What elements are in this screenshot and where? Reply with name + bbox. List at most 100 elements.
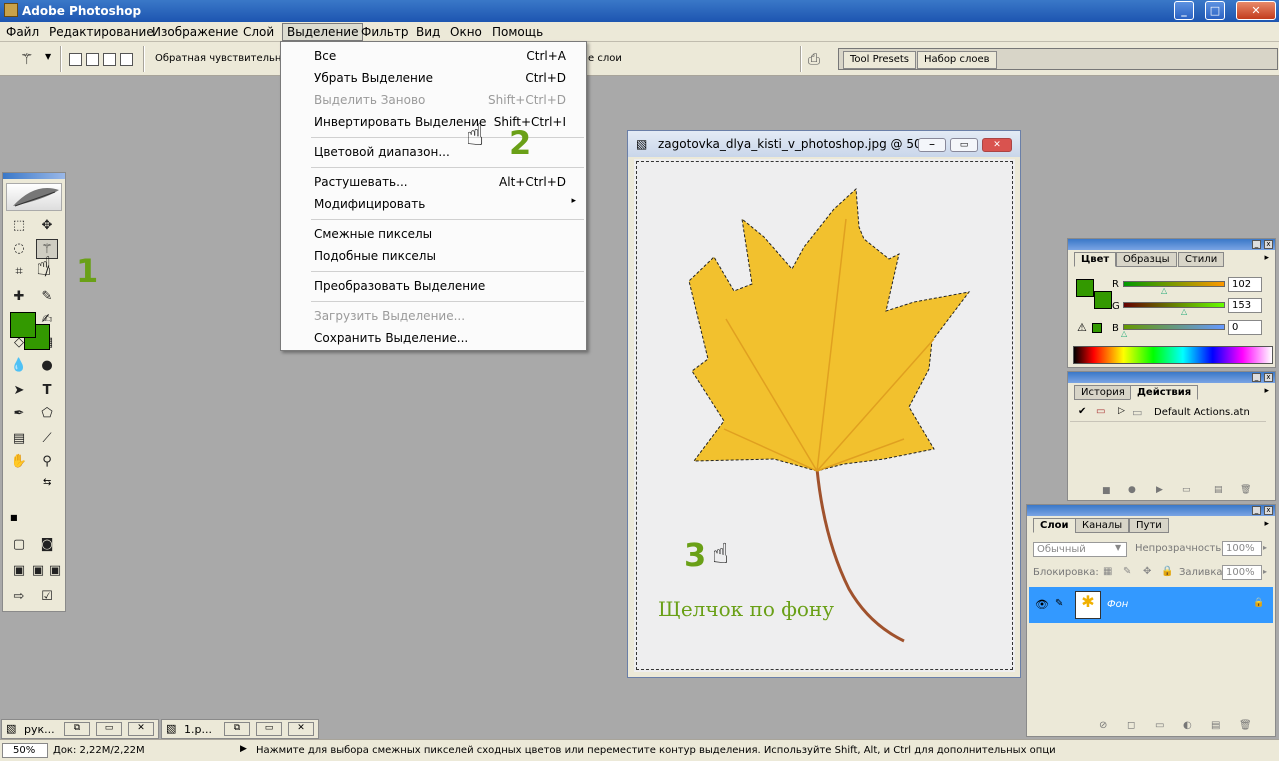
maximize-button[interactable]: ▭ <box>96 722 122 736</box>
tab-tool-presets[interactable]: Tool Presets <box>843 51 916 69</box>
menu-item-all[interactable]: Все <box>314 49 336 67</box>
red-value-input[interactable]: 102 <box>1228 277 1262 292</box>
menu-item-grow[interactable]: Смежные пикселы <box>314 227 432 245</box>
document-title-bar[interactable]: ▧ zagotovka_dlya_kisti_v_photoshop.jpg @… <box>628 131 1020 157</box>
chevron-down-icon[interactable]: ▼ <box>1115 543 1121 552</box>
jump-to-imageready-icon[interactable]: ⇨ <box>8 587 30 607</box>
notes-tool-icon[interactable]: ▤ <box>8 429 30 449</box>
move-tool-icon[interactable]: ✥ <box>36 216 58 236</box>
action-set-row[interactable]: ✔ ▭ ▷ ▭ Default Actions.atn <box>1070 404 1266 422</box>
lock-all-icon[interactable]: 🔒 <box>1161 566 1173 577</box>
green-slider[interactable] <box>1123 302 1225 308</box>
full-screen-icon[interactable]: ▣ <box>44 561 66 581</box>
new-selection-icon[interactable] <box>69 53 82 66</box>
blue-value-input[interactable]: 0 <box>1228 320 1262 335</box>
green-value-input[interactable]: 153 <box>1228 298 1262 313</box>
lock-position-icon[interactable]: ✥ <box>1143 566 1151 577</box>
image-canvas[interactable]: ☝ Щелчок по фону <box>634 159 1015 672</box>
slider-thumb-icon[interactable]: △ <box>1161 286 1167 295</box>
tab-history[interactable]: История <box>1074 385 1132 400</box>
swap-colors-icon[interactable]: ⇆ <box>43 477 51 488</box>
menu-item-modify[interactable]: Модифицировать <box>314 197 425 215</box>
menu-item-save-selection[interactable]: Сохранить Выделение... <box>314 331 468 349</box>
add-selection-icon[interactable] <box>86 53 99 66</box>
trash-icon[interactable]: 🗑 <box>1240 485 1251 495</box>
chevron-down-icon[interactable]: ▼ <box>45 52 51 61</box>
panel-header[interactable] <box>1068 239 1275 250</box>
new-action-icon[interactable]: ▤ <box>1214 485 1223 495</box>
layer-mask-icon[interactable]: ◻ <box>1127 720 1135 731</box>
tab-color[interactable]: Цвет <box>1074 252 1117 267</box>
trash-icon[interactable]: 🗑 <box>1239 720 1252 731</box>
panel-header[interactable] <box>1068 372 1275 383</box>
tab-layers[interactable]: Слои <box>1033 518 1076 533</box>
default-colors-icon[interactable]: ■ <box>10 513 18 522</box>
fill-input[interactable]: 100% <box>1222 565 1262 580</box>
maximize-button[interactable]: □ <box>1205 1 1225 20</box>
opacity-arrow-icon[interactable]: ▸ <box>1263 543 1267 552</box>
minimized-window-1[interactable]: ▧ рук... ⧉ ▭ ✕ <box>1 719 159 739</box>
close-button[interactable]: ✕ <box>288 722 314 736</box>
fill-arrow-icon[interactable]: ▸ <box>1263 567 1267 576</box>
blue-slider[interactable] <box>1123 324 1225 330</box>
menu-item-feather[interactable]: Растушевать... <box>314 175 408 193</box>
path-selection-icon[interactable]: ➤ <box>8 381 30 401</box>
standard-mode-icon[interactable]: ▢ <box>8 535 30 555</box>
blend-mode-select[interactable]: Обычный <box>1033 542 1127 557</box>
play-icon[interactable]: ▶ <box>1156 485 1163 495</box>
menu-layer[interactable]: Слой <box>243 25 274 39</box>
panel-header[interactable] <box>1027 505 1275 516</box>
panel-menu-icon[interactable]: ▸ <box>1264 386 1269 396</box>
slider-thumb-icon[interactable]: △ <box>1121 329 1127 338</box>
menu-item-similar[interactable]: Подобные пикселы <box>314 249 436 267</box>
tab-swatches[interactable]: Образцы <box>1116 252 1177 267</box>
toggle-check-icon[interactable]: ✔ <box>1078 406 1086 417</box>
color-ramp[interactable] <box>1073 346 1273 364</box>
minimized-window-2[interactable]: ▧ 1.р... ⧉ ▭ ✕ <box>161 719 319 739</box>
close-button[interactable]: ✕ <box>1236 1 1276 20</box>
lock-transparency-icon[interactable]: ▦ <box>1103 566 1112 577</box>
zoom-tool-icon[interactable]: ⚲ <box>36 452 58 472</box>
marquee-tool-icon[interactable]: ⬚ <box>8 216 30 236</box>
lock-pixels-icon[interactable]: ✎ <box>1123 566 1131 577</box>
restore-button[interactable]: ⧉ <box>64 722 90 736</box>
menu-view[interactable]: Вид <box>416 25 440 39</box>
menu-select[interactable]: Выделение <box>282 23 364 41</box>
color-fg-swatch[interactable] <box>1076 279 1094 297</box>
panel-minimize-icon[interactable]: _ <box>1252 240 1261 249</box>
visibility-eye-icon[interactable]: 👁 <box>1035 598 1049 611</box>
menu-filter[interactable]: Фильтр <box>361 25 408 39</box>
crop-tool-icon[interactable]: ⌗ <box>8 262 30 282</box>
menu-image[interactable]: Изображение <box>152 25 238 39</box>
panel-close-icon[interactable]: x <box>1264 240 1273 249</box>
menu-item-reselect[interactable]: Выделить Заново <box>314 93 425 111</box>
tab-paths[interactable]: Пути <box>1129 518 1169 533</box>
tab-actions[interactable]: Действия <box>1130 385 1199 400</box>
new-layer-icon[interactable]: ▤ <box>1211 720 1220 731</box>
slider-thumb-icon[interactable]: △ <box>1181 307 1187 316</box>
brush-link-icon[interactable]: ✎ <box>1055 598 1063 609</box>
doc-close-button[interactable]: ✕ <box>982 138 1012 152</box>
panel-minimize-icon[interactable]: _ <box>1252 373 1261 382</box>
eyedropper-tool-icon[interactable]: ⟋ <box>36 429 58 449</box>
close-button[interactable]: ✕ <box>128 722 154 736</box>
healing-brush-icon[interactable]: ✚ <box>8 287 30 307</box>
panel-menu-icon[interactable]: ▸ <box>1264 253 1269 263</box>
menu-item-color-range[interactable]: Цветовой диапазон... <box>314 145 450 163</box>
menu-item-load-selection[interactable]: Загрузить Выделение... <box>314 309 465 327</box>
restore-button[interactable]: ⧉ <box>224 722 250 736</box>
intersect-selection-icon[interactable] <box>120 53 133 66</box>
quick-mask-icon[interactable]: ◙ <box>36 535 58 555</box>
menu-window[interactable]: Окно <box>450 25 482 39</box>
menu-item-deselect[interactable]: Убрать Выделение <box>314 71 433 89</box>
record-icon[interactable]: ● <box>1128 485 1136 495</box>
shape-tool-icon[interactable]: ⬠ <box>36 404 58 424</box>
new-group-icon[interactable]: ▭ <box>1155 720 1164 731</box>
status-arrow-icon[interactable]: ▶ <box>240 744 247 754</box>
menu-item-transform-selection[interactable]: Преобразовать Выделение <box>314 279 485 297</box>
doc-maximize-button[interactable]: ▭ <box>950 138 978 152</box>
menu-item-inverse[interactable]: Инвертировать Выделение <box>314 115 486 133</box>
menu-help[interactable]: Помощь <box>492 25 543 39</box>
new-set-icon[interactable]: ▭ <box>1182 485 1191 495</box>
stop-icon[interactable]: ■ <box>1102 486 1111 496</box>
